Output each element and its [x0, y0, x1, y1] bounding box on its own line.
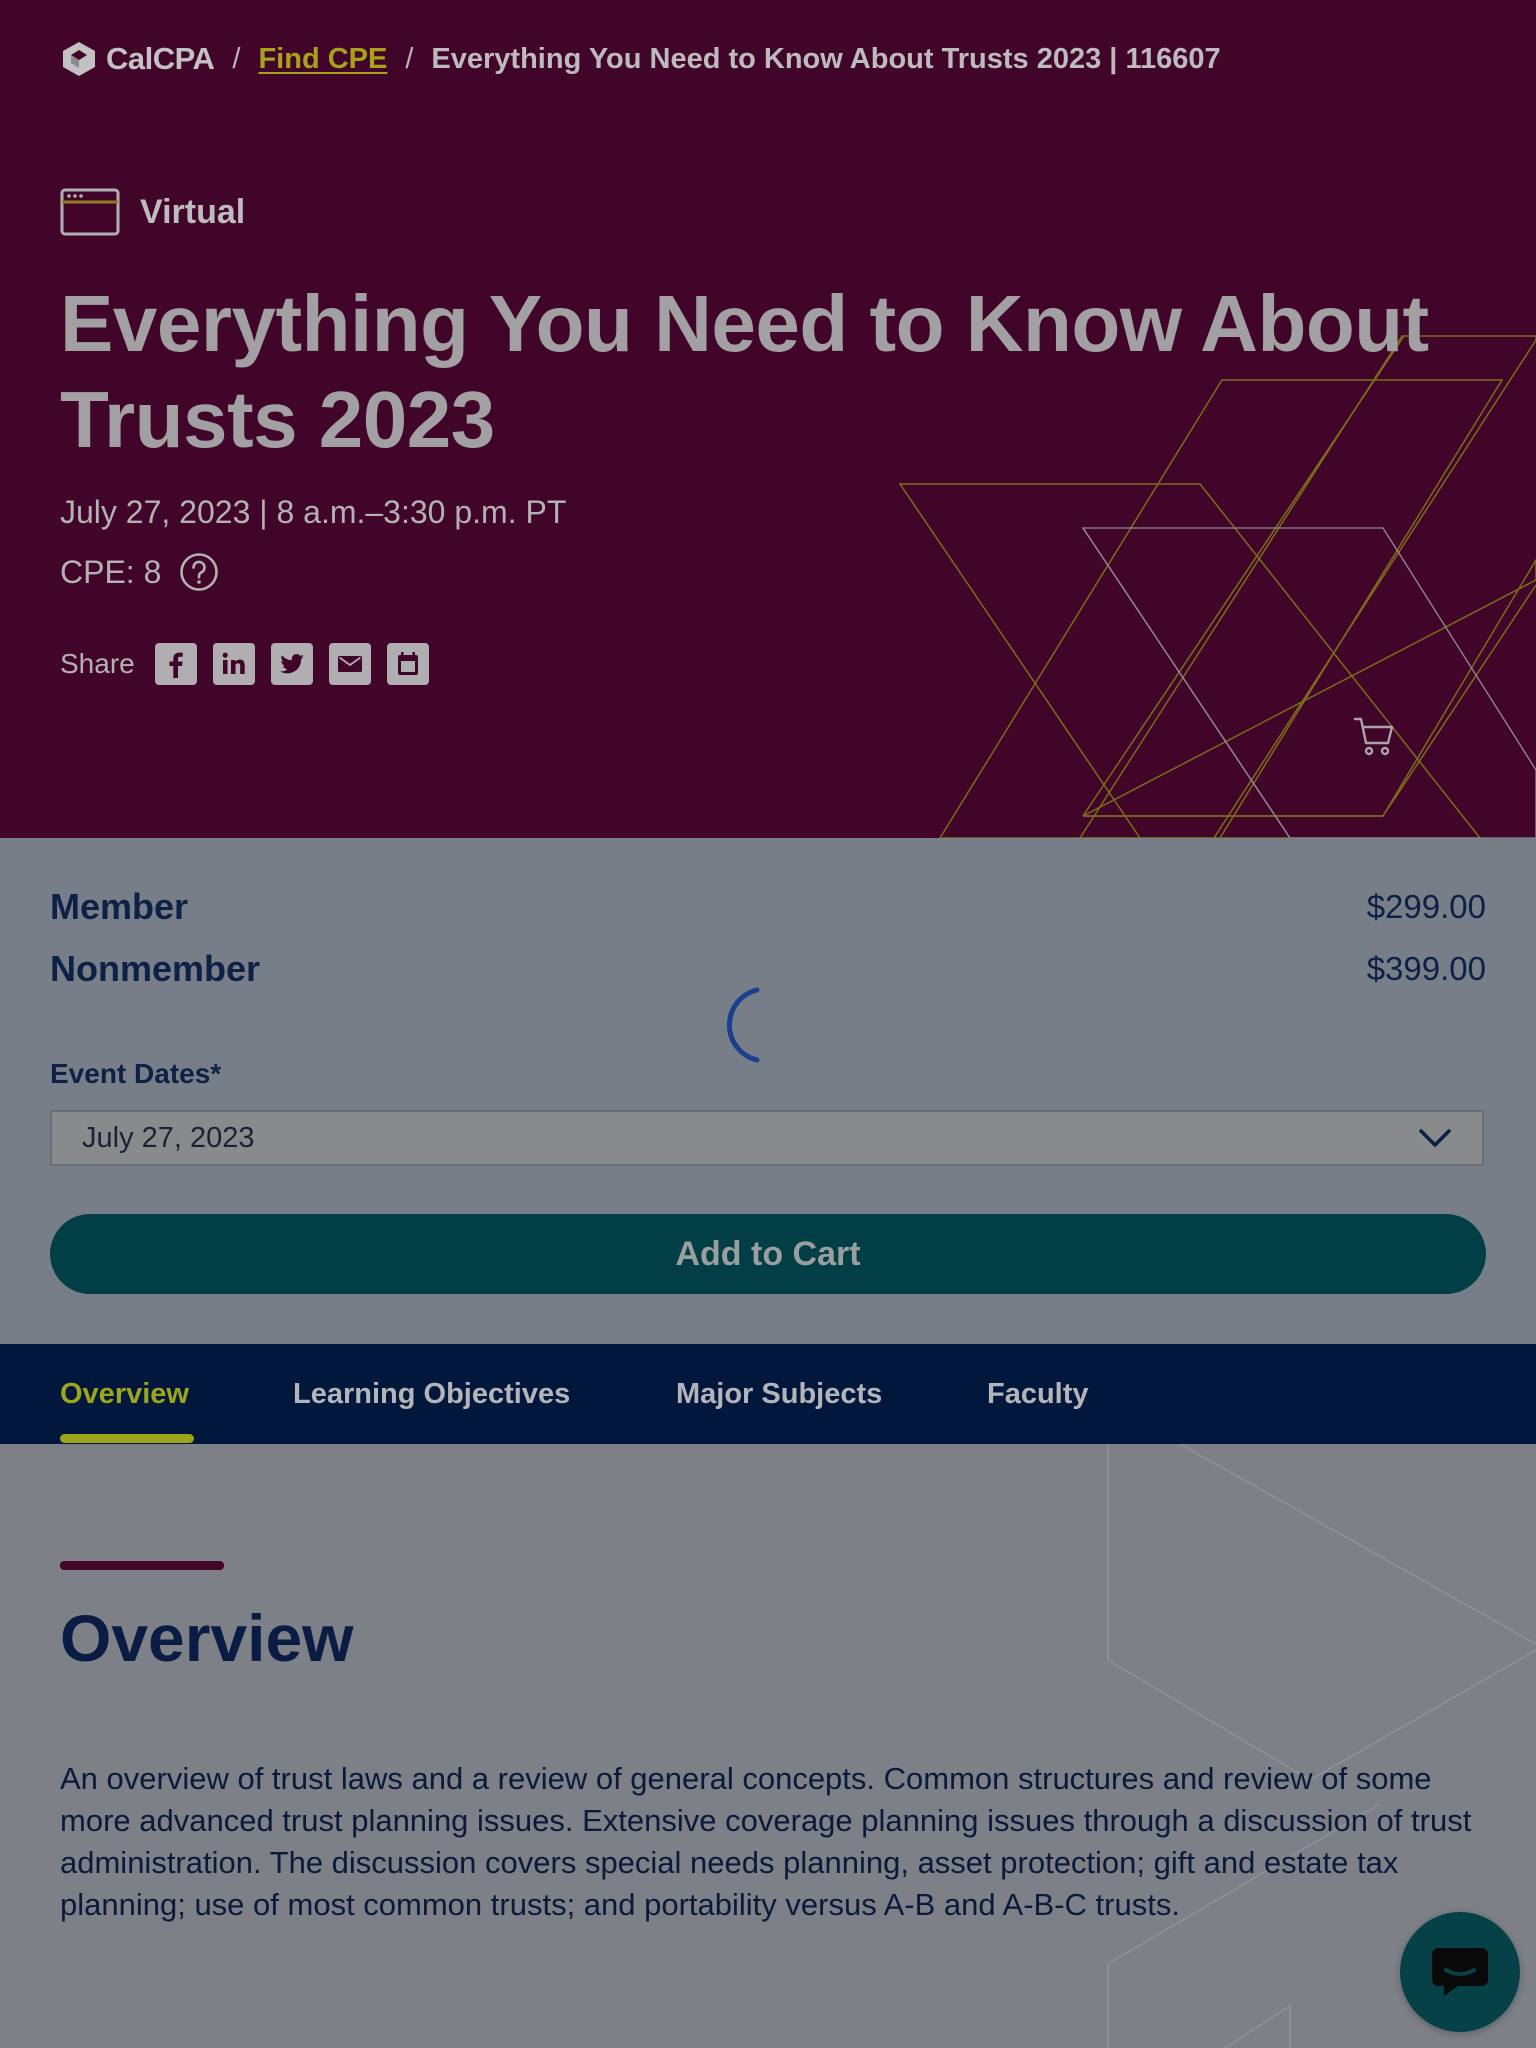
calendar-icon[interactable] — [386, 643, 429, 685]
chat-button[interactable] — [1400, 1912, 1520, 2032]
section-tabs: Overview Learning Objectives Major Subje… — [0, 1344, 1536, 1444]
logo-text: CalCPA — [106, 41, 215, 76]
overview-section — [0, 1444, 1536, 2048]
twitter-icon[interactable] — [270, 643, 313, 685]
active-tab-indicator — [60, 1434, 194, 1443]
share-label: Share — [60, 648, 135, 679]
tab-major-subjects[interactable]: Major Subjects — [676, 1344, 882, 1444]
member-price-row: Member $299.00 — [50, 886, 1486, 928]
breadcrumb-separator: / — [405, 42, 414, 75]
question-circle-icon[interactable] — [179, 552, 219, 592]
calcpa-cube-icon — [63, 42, 95, 76]
breadcrumb: CalCPA / Find CPE / Everything You Need … — [60, 38, 1221, 80]
email-icon[interactable] — [328, 643, 371, 685]
event-format: Virtual — [60, 188, 245, 236]
overview-heading: Overview — [60, 1601, 354, 1675]
selected-date: July 27, 2023 — [82, 1121, 255, 1154]
linkedin-icon[interactable] — [212, 643, 255, 685]
breadcrumb-current-page: Everything You Need to Know About Trusts… — [431, 42, 1221, 75]
event-date-time: July 27, 2023 | 8 a.m.–3:30 p.m. PT — [60, 494, 567, 530]
event-title: Everything You Need to Know About Trusts… — [60, 279, 1429, 464]
browser-window-icon — [60, 188, 120, 236]
facebook-icon[interactable] — [154, 643, 197, 685]
format-label: Virtual — [140, 192, 246, 231]
tab-overview[interactable]: Overview — [60, 1344, 189, 1444]
tab-learning-objectives[interactable]: Learning Objectives — [293, 1344, 570, 1444]
chevron-down-icon — [1419, 1129, 1451, 1147]
breadcrumb-separator: / — [232, 42, 241, 75]
cpe-credits: CPE: 8 — [60, 552, 219, 592]
member-price: $299.00 — [1366, 888, 1486, 925]
breadcrumb-find-cpe-link[interactable]: Find CPE — [258, 43, 387, 76]
tab-faculty[interactable]: Faculty — [987, 1344, 1089, 1444]
decorative-hexagon-lines — [1107, 1444, 1536, 2048]
nonmember-label: Nonmember — [50, 948, 261, 989]
add-to-cart-button[interactable]: Add to Cart — [50, 1214, 1486, 1294]
overview-body: An overview of trust laws and a review o… — [60, 1761, 1472, 1922]
cart-icon[interactable] — [1352, 714, 1398, 758]
event-dates-select[interactable]: July 27, 2023 — [50, 1110, 1484, 1166]
share-bar: Share — [60, 643, 429, 685]
event-dates-label: Event Dates* — [50, 1058, 222, 1089]
overview-accent-bar — [60, 1561, 224, 1570]
cpe-label: CPE: 8 — [60, 553, 162, 590]
member-label: Member — [50, 886, 189, 927]
calcpa-logo[interactable]: CalCPA — [60, 40, 215, 78]
chat-bubble-icon — [1432, 1948, 1488, 1996]
loading-spinner-icon — [726, 987, 760, 1063]
nonmember-price: $399.00 — [1366, 950, 1486, 987]
event-hero: CalCPA / Find CPE / Everything You Need … — [0, 0, 1536, 838]
